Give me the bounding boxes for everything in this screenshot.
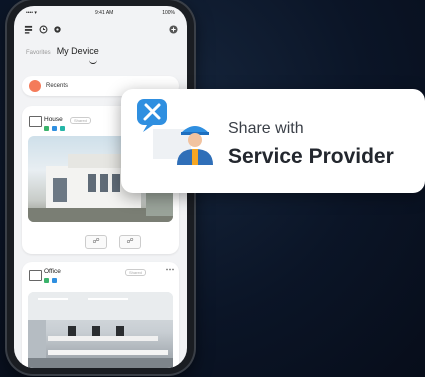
office-camera-thumbnail[interactable] [28,292,173,368]
wifi-badge-icon [44,278,49,283]
share-badge: Shared [70,117,91,124]
office-icon [29,270,42,281]
office-image [28,292,173,368]
recents-label: Recents [46,83,69,89]
tab-underline [89,60,97,64]
lock-button-2[interactable]: ☍ [119,235,141,249]
more-icon[interactable] [166,268,174,271]
share-badge: Shared [125,269,146,276]
cloud-badge-icon [52,278,57,283]
cloud-badge-icon [52,126,57,131]
recents-icon [29,80,41,92]
battery-level: 100% [162,10,175,16]
wifi-badge-icon [44,126,49,131]
popup-line-2: Service Provider [228,145,394,168]
settings-icon[interactable] [53,25,62,34]
status-bar: •••• ▾ 9:41 AM 100% [14,6,187,20]
share-popup[interactable]: Share with Service Provider [121,89,425,193]
add-icon[interactable] [169,25,178,34]
service-provider-illustration [137,99,213,165]
lock-icon: ☍ [126,238,134,245]
carrier: •••• ▾ [26,10,37,16]
device-name: House [44,116,63,123]
tab-favorites[interactable]: Favorites [26,50,51,56]
signal-badge-icon [60,126,65,131]
lock-icon: ☍ [92,238,100,245]
device-name: Office [44,268,61,275]
history-icon[interactable] [39,25,48,34]
scan-icon[interactable] [24,25,33,34]
device-card-office[interactable]: Office Shared [22,262,179,368]
house-icon [29,116,42,127]
popup-line-1: Share with [228,120,304,137]
tab-my-device[interactable]: My Device [57,46,99,56]
device-tabs: Favorites My Device [26,46,99,56]
status-time: 9:41 AM [95,10,114,16]
lock-button-1[interactable]: ☍ [85,235,107,249]
top-toolbar [14,22,187,38]
